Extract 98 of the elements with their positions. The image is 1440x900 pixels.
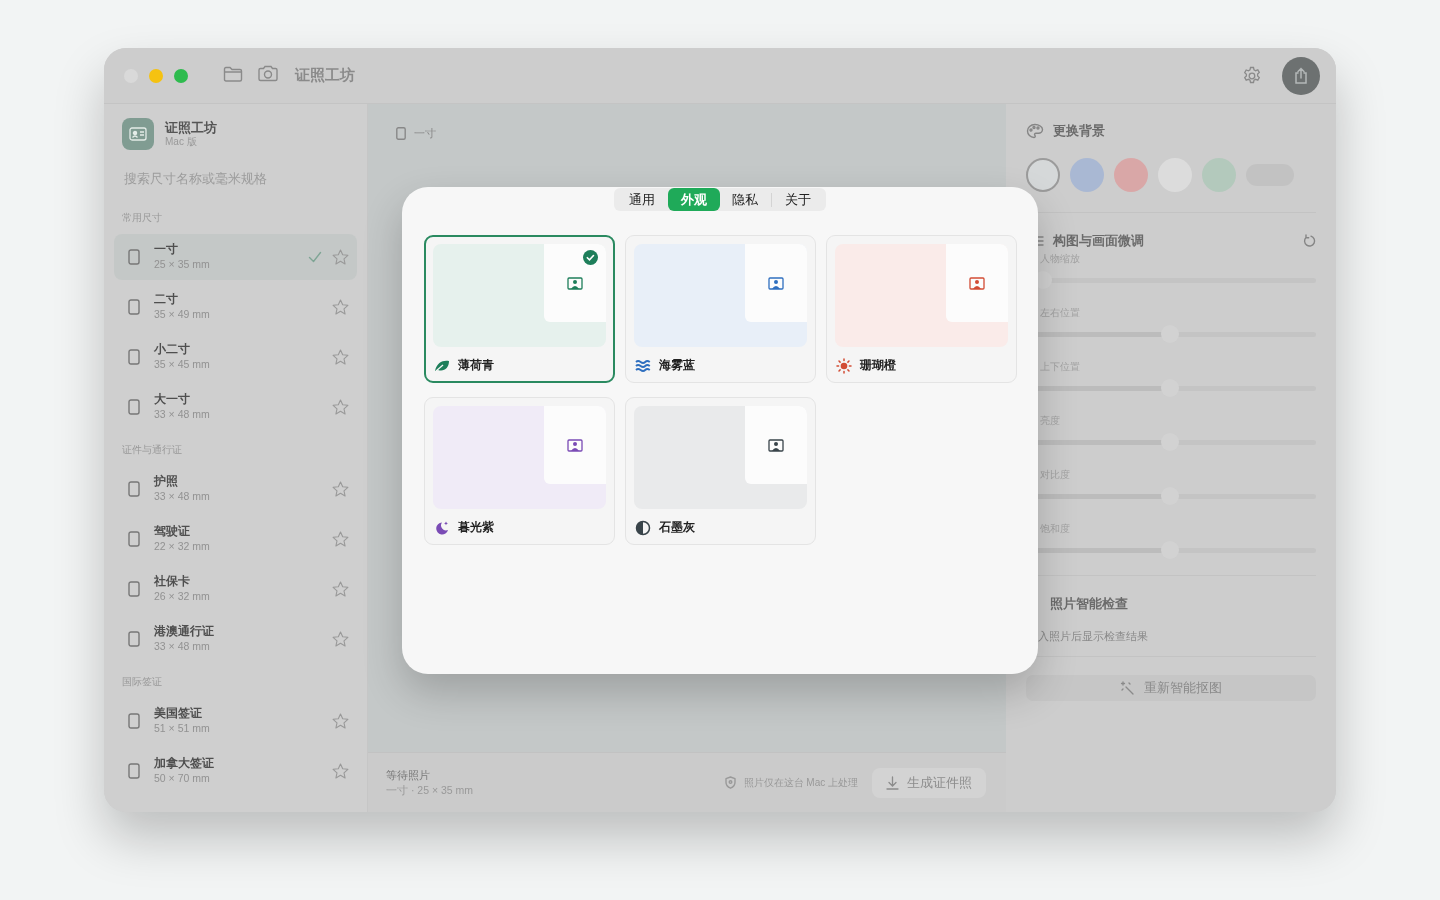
frame-icon	[128, 631, 140, 647]
size-name: 二寸	[154, 292, 179, 307]
size-dimensions: 50 × 70 mm	[154, 771, 211, 786]
size-item[interactable]: 美国签证 51 × 51 mm	[114, 698, 357, 744]
size-dimensions: 33 × 48 mm	[154, 639, 211, 654]
section-title: 更换背景	[1053, 122, 1105, 140]
size-name: 护照	[154, 474, 179, 489]
size-item[interactable]: 大一寸 33 × 48 mm	[114, 384, 357, 430]
settings-icon[interactable]	[1242, 65, 1262, 86]
settings-tab[interactable]: 通用	[616, 188, 668, 211]
app-name: 证照工坊	[165, 120, 217, 136]
size-item[interactable]: 驾驶证 22 × 32 mm	[114, 516, 357, 562]
sun-icon	[836, 357, 852, 374]
color-swatch[interactable]	[1070, 158, 1104, 192]
star-icon[interactable]	[332, 398, 349, 416]
zoom-button[interactable]	[174, 68, 188, 83]
section-title: 照片智能检查	[1050, 595, 1128, 613]
size-dimensions: 33 × 48 mm	[154, 407, 211, 422]
folder-icon[interactable]	[223, 65, 243, 82]
size-dimensions: 26 × 32 mm	[154, 589, 211, 604]
waves-icon	[635, 359, 651, 372]
star-icon[interactable]	[332, 348, 349, 366]
theme-name: 珊瑚橙	[860, 357, 896, 374]
frame-icon	[128, 399, 140, 415]
share-button[interactable]	[1282, 56, 1320, 95]
settings-tab[interactable]: 关于	[772, 188, 824, 211]
frame-icon	[128, 581, 140, 597]
portrait-icon	[768, 276, 784, 290]
size-dimensions: 35 × 49 mm	[154, 307, 211, 322]
leaf-icon	[434, 358, 450, 373]
theme-card[interactable]: 海雾蓝	[625, 235, 816, 383]
size-name: 美国签证	[154, 706, 203, 721]
size-name: 加拿大签证	[154, 756, 215, 771]
shield-icon	[724, 776, 736, 789]
frame-icon	[128, 249, 140, 265]
star-icon[interactable]	[332, 248, 349, 266]
size-name: 社保卡	[154, 574, 191, 589]
size-name: 小二寸	[154, 342, 191, 357]
theme-card[interactable]: 珊瑚橙	[826, 235, 1017, 383]
theme-card[interactable]: 暮光紫	[424, 397, 615, 545]
theme-card[interactable]: 石墨灰	[625, 397, 816, 545]
star-icon[interactable]	[332, 630, 349, 648]
size-item[interactable]: 护照 33 × 48 mm	[114, 466, 357, 512]
settings-tab[interactable]: 外观	[667, 188, 720, 211]
star-icon[interactable]	[332, 762, 349, 780]
minimize-button[interactable]	[149, 68, 163, 83]
star-icon[interactable]	[332, 298, 349, 316]
frame-icon	[128, 763, 140, 779]
size-item[interactable]: 二寸 35 × 49 mm	[114, 284, 357, 330]
status-title: 等待照片	[386, 767, 431, 783]
size-name: 驾驶证	[154, 524, 191, 539]
color-swatch[interactable]	[1026, 158, 1060, 192]
theme-name: 石墨灰	[659, 519, 695, 536]
theme-name: 海雾蓝	[659, 357, 695, 374]
theme-card[interactable]: 薄荷青	[424, 235, 615, 383]
palette-icon	[1026, 123, 1044, 139]
contrast-icon	[635, 519, 651, 536]
star-icon[interactable]	[332, 530, 349, 548]
star-icon[interactable]	[332, 480, 349, 498]
camera-icon[interactable]	[257, 65, 279, 82]
portrait-icon	[567, 438, 583, 452]
size-dimensions: 35 × 45 mm	[154, 357, 211, 372]
size-dimensions: 51 × 51 mm	[154, 721, 211, 736]
checkmark-icon	[308, 251, 322, 263]
check-badge-icon	[583, 250, 598, 265]
portrait-icon	[567, 276, 583, 290]
color-swatch[interactable]	[1202, 158, 1236, 192]
size-name: 大一寸	[154, 392, 191, 407]
size-dimensions: 22 × 32 mm	[154, 539, 211, 554]
frame-icon	[128, 531, 140, 547]
size-dimensions: 33 × 48 mm	[154, 489, 211, 504]
theme-name: 暮光紫	[458, 519, 494, 536]
frame-icon	[396, 127, 406, 140]
size-item[interactable]: 港澳通行证 33 × 48 mm	[114, 616, 357, 662]
reset-icon	[1302, 234, 1316, 248]
frame-icon	[128, 299, 140, 315]
theme-name: 薄荷青	[458, 357, 494, 374]
share-icon	[1293, 66, 1309, 85]
size-name: 港澳通行证	[154, 624, 215, 639]
app-logo-icon	[122, 118, 154, 150]
wand-icon	[1120, 681, 1134, 695]
frame-icon	[128, 481, 140, 497]
size-item[interactable]: 社保卡 26 × 32 mm	[114, 566, 357, 612]
download-icon	[886, 775, 899, 790]
star-icon[interactable]	[332, 712, 349, 730]
color-swatch[interactable]	[1114, 158, 1148, 192]
frame-icon	[128, 349, 140, 365]
star-icon[interactable]	[332, 580, 349, 598]
portrait-icon	[768, 438, 784, 452]
size-item[interactable]: 加拿大签证 50 × 70 mm	[114, 748, 357, 794]
size-item[interactable]: 小二寸 35 × 45 mm	[114, 334, 357, 380]
frame-icon	[128, 713, 140, 729]
section-title: 构图与画面微调	[1053, 232, 1144, 250]
window-title: 证照工坊	[295, 66, 355, 85]
settings-tab[interactable]: 隐私	[719, 188, 772, 211]
size-name: 一寸	[154, 242, 179, 257]
portrait-icon	[969, 276, 985, 290]
check-note: 入照片后显示检查结果	[1037, 629, 1149, 644]
